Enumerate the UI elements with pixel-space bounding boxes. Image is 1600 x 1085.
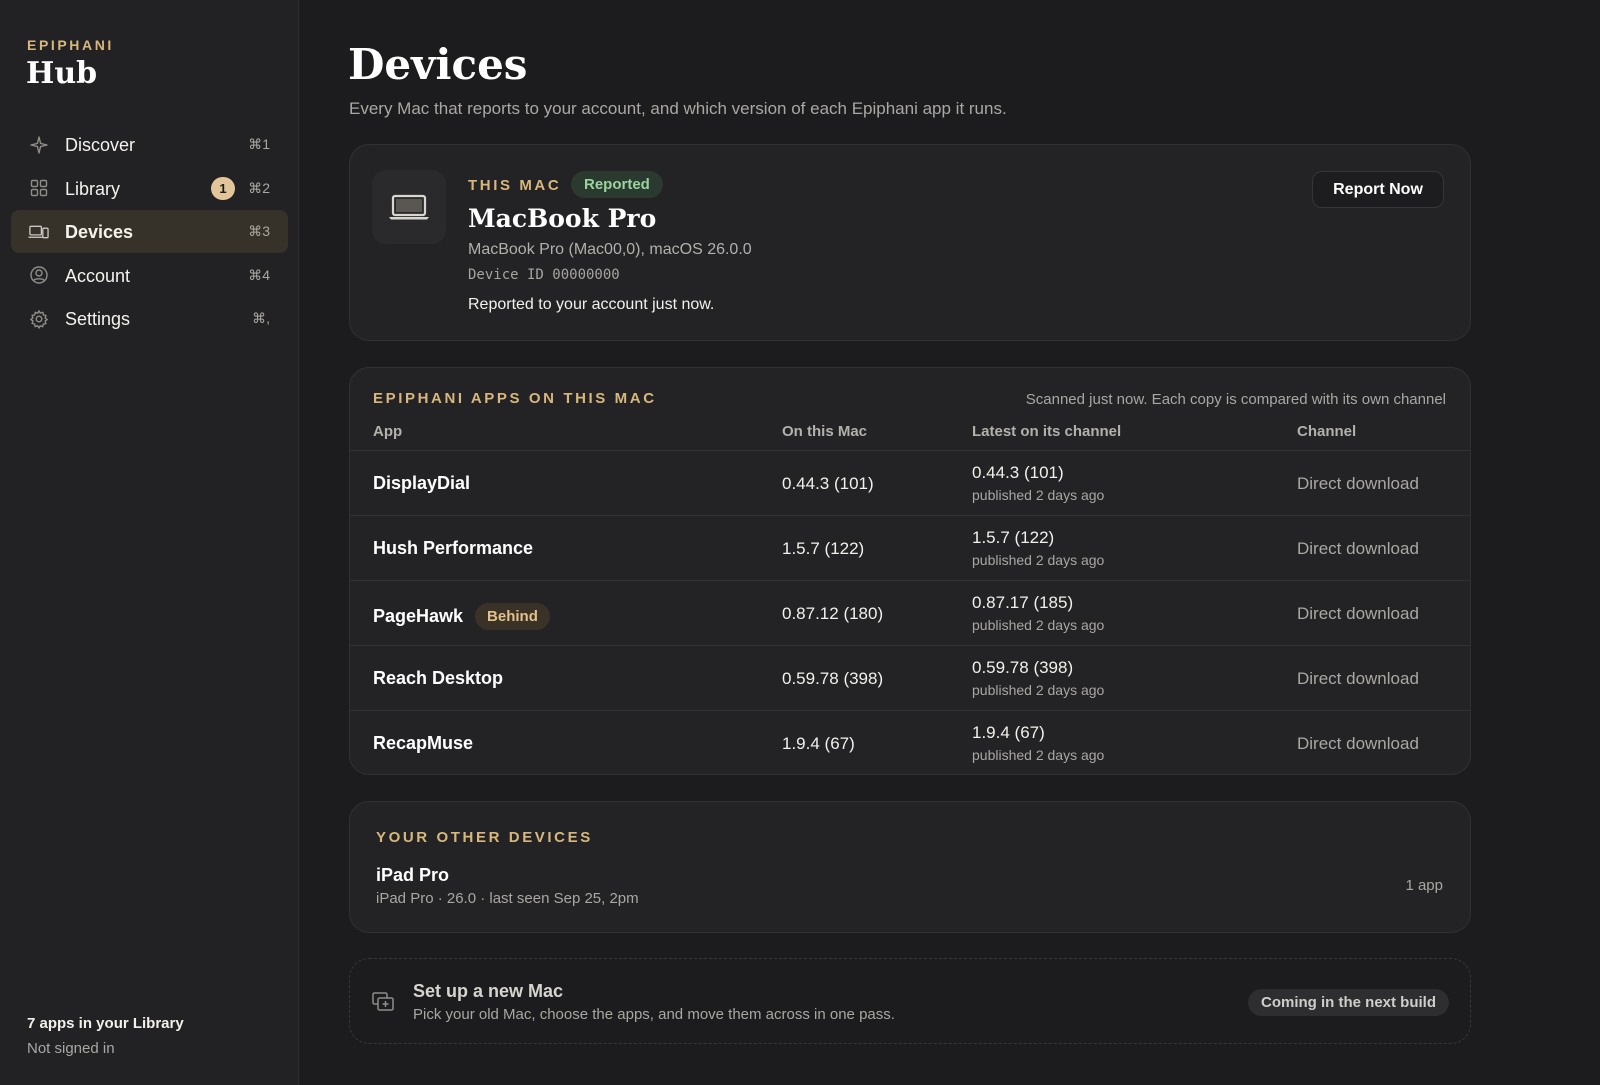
table-row[interactable]: Hush Performance 1.5.7 (122) 1.5.7 (122)… [350,515,1470,580]
shortcut-hint: ⌘3 [248,223,270,240]
table-row[interactable]: Reach Desktop 0.59.78 (398) 0.59.78 (398… [350,645,1470,710]
app-name: PageHawk [373,606,464,626]
app-name-cell: Reach Desktop [373,668,503,689]
table-row[interactable]: PageHawk Behind 0.87.12 (180) 0.87.17 (1… [350,580,1470,645]
channel-name: Direct download [1297,734,1419,753]
apps-section-title: EPIPHANI APPS ON THIS MAC [373,390,657,407]
other-device-app-count: 1 app [1405,877,1443,894]
shortcut-hint: ⌘2 [248,179,270,196]
coming-soon-badge: Coming in the next build [1248,989,1449,1016]
channel-name: Direct download [1297,604,1419,623]
laptop-icon [372,170,446,244]
column-header-on-mac[interactable]: On this Mac [782,423,867,440]
sidebar-item-label: Account [65,265,131,286]
library-count-text: 7 apps in your Library [27,1015,184,1032]
sidebar-item-label: Devices [65,222,134,243]
other-device-meta: iPad Pro · 26.0 · last seen Sep 25, 2pm [376,890,639,907]
published-date: published 2 days ago [972,617,1105,633]
app-name-cell: DisplayDial [373,473,470,494]
sidebar-item-devices[interactable]: Devices ⌘3 [11,210,288,254]
sidebar-item-settings[interactable]: Settings ⌘, [11,297,288,340]
sidebar-item-discover[interactable]: Discover ⌘1 [11,123,288,166]
this-mac-kicker: THIS MAC [468,177,562,194]
channel-name: Direct download [1297,474,1419,493]
grid-icon [28,178,49,199]
device-model: MacBook Pro (Mac00,0), macOS 26.0.0 [468,241,752,258]
column-header-app[interactable]: App [373,423,402,440]
installed-version: 0.59.78 (398) [782,669,884,688]
latest-version: 0.59.78 (398) [972,658,1074,677]
sidebar-item-label: Discover [65,135,136,155]
channel-name: Direct download [1297,669,1419,688]
apps-table-card: EPIPHANI APPS ON THIS MAC Scanned just n… [349,367,1471,775]
table-row[interactable]: DisplayDial 0.44.3 (101) 0.44.3 (101) pu… [350,450,1470,515]
migrate-icon [371,990,396,1014]
person-circle-icon [28,265,49,286]
device-name: MacBook Pro [468,204,657,233]
column-header-latest[interactable]: Latest on its channel [972,423,1121,440]
shortcut-hint: ⌘1 [248,136,270,152]
channel-name: Direct download [1297,539,1419,558]
status-badge: Reported [571,171,663,198]
this-mac-card: THIS MAC Reported MacBook Pro MacBook Pr… [349,144,1471,341]
app-name-cell: Hush Performance [373,538,533,559]
published-date: published 2 days ago [972,487,1105,503]
sidebar: EPIPHANI Hub Discover ⌘1 Library 1 ⌘2 De… [0,0,299,1085]
column-header-channel[interactable]: Channel [1297,423,1356,440]
page-subtitle: Every Mac that reports to your account, … [349,99,1007,118]
latest-version: 0.44.3 (101) [972,463,1064,482]
brand-kicker: EPIPHANI [27,37,114,53]
installed-version: 1.5.7 (122) [782,539,865,558]
device-id: Device ID 00000000 [468,267,620,283]
setup-new-mac-card: Set up a new Mac Pick your old Mac, choo… [349,958,1471,1044]
shortcut-hint: ⌘, [252,310,270,327]
app-name: Reach Desktop [373,668,504,688]
installed-version: 0.44.3 (101) [782,474,874,493]
behind-badge: Behind [475,603,550,630]
sidebar-item-label: Settings [65,309,131,330]
published-date: published 2 days ago [972,552,1105,568]
library-count-badge: 1 [211,176,235,200]
app-name: Hush Performance [373,538,534,558]
reported-status-text: Reported to your account just now. [468,296,715,313]
setup-title: Set up a new Mac [413,981,564,1001]
other-devices-card: YOUR OTHER DEVICES iPad Pro iPad Pro · 2… [349,801,1471,933]
table-row[interactable]: RecapMuse 1.9.4 (67) 1.9.4 (67) publishe… [350,710,1470,774]
other-devices-title: YOUR OTHER DEVICES [376,829,593,846]
sidebar-item-library[interactable]: Library 1 ⌘2 [11,167,288,210]
published-date: published 2 days ago [972,747,1105,763]
sidebar-item-account[interactable]: Account ⌘4 [11,254,288,297]
installed-version: 0.87.12 (180) [782,604,884,623]
sign-in-status: Not signed in [27,1040,115,1057]
setup-description: Pick your old Mac, choose the apps, and … [413,1006,895,1023]
devices-icon [28,221,49,242]
published-date: published 2 days ago [972,682,1105,698]
report-now-button[interactable]: Report Now [1312,171,1444,208]
app-name-cell: PageHawk Behind [373,603,550,630]
app-name: DisplayDial [373,473,471,493]
latest-version: 1.5.7 (122) [972,528,1055,547]
scan-note: Scanned just now. Each copy is compared … [1025,391,1446,408]
sidebar-nav: Discover ⌘1 Library 1 ⌘2 Devices ⌘3 Acco… [11,123,288,341]
shortcut-hint: ⌘4 [248,266,270,283]
page-title: Devices [348,40,528,89]
app-name: RecapMuse [373,733,474,753]
gear-icon [28,308,49,329]
latest-version: 1.9.4 (67) [972,723,1045,742]
installed-version: 1.9.4 (67) [782,734,855,753]
sidebar-item-label: Library [65,178,121,199]
brand-title: Hub [26,56,98,91]
sparkle-icon [28,134,49,155]
latest-version: 0.87.17 (185) [972,593,1074,612]
app-name-cell: RecapMuse [373,733,473,754]
other-device-name: iPad Pro [376,865,450,885]
